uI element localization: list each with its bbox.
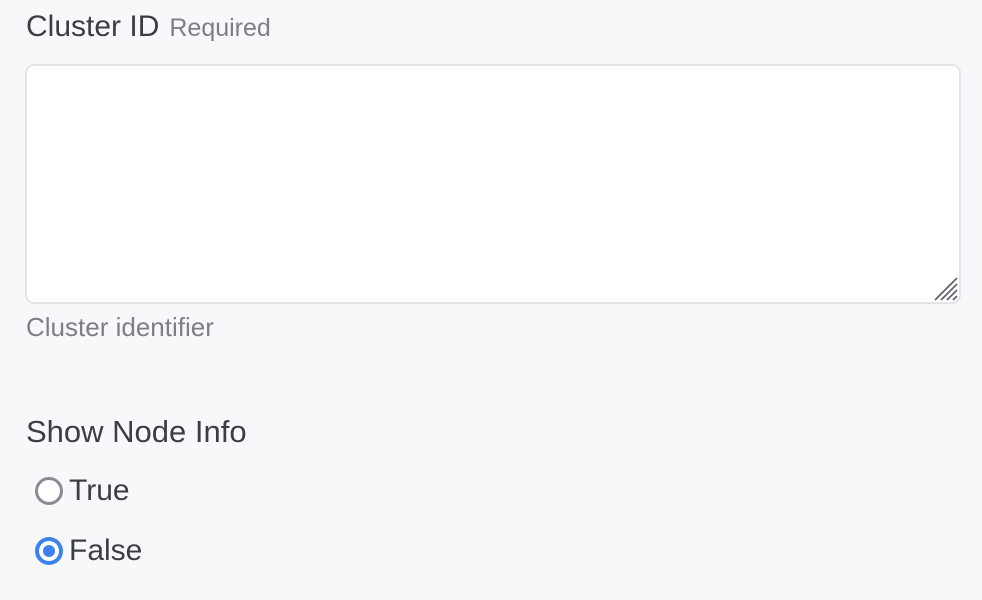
required-tag: Required — [169, 14, 271, 42]
radio-option-false[interactable]: False — [35, 534, 142, 568]
show-node-info-label: Show Node Info — [26, 414, 247, 449]
resize-handle-icon[interactable] — [932, 275, 958, 301]
radio-label-true: True — [69, 474, 130, 507]
cluster-id-label-row: Cluster ID Required — [26, 10, 271, 44]
settings-form: Cluster ID Required Cluster identifier S… — [0, 0, 982, 600]
cluster-id-label: Cluster ID — [26, 10, 160, 43]
radio-unchecked-icon[interactable] — [35, 477, 63, 505]
radio-checked-icon[interactable] — [35, 537, 63, 565]
cluster-id-field-wrapper — [25, 64, 961, 304]
cluster-id-textarea[interactable] — [25, 64, 961, 304]
radio-option-true[interactable]: True — [35, 474, 130, 508]
cluster-id-helper-text: Cluster identifier — [26, 312, 214, 342]
radio-label-false: False — [69, 534, 143, 567]
